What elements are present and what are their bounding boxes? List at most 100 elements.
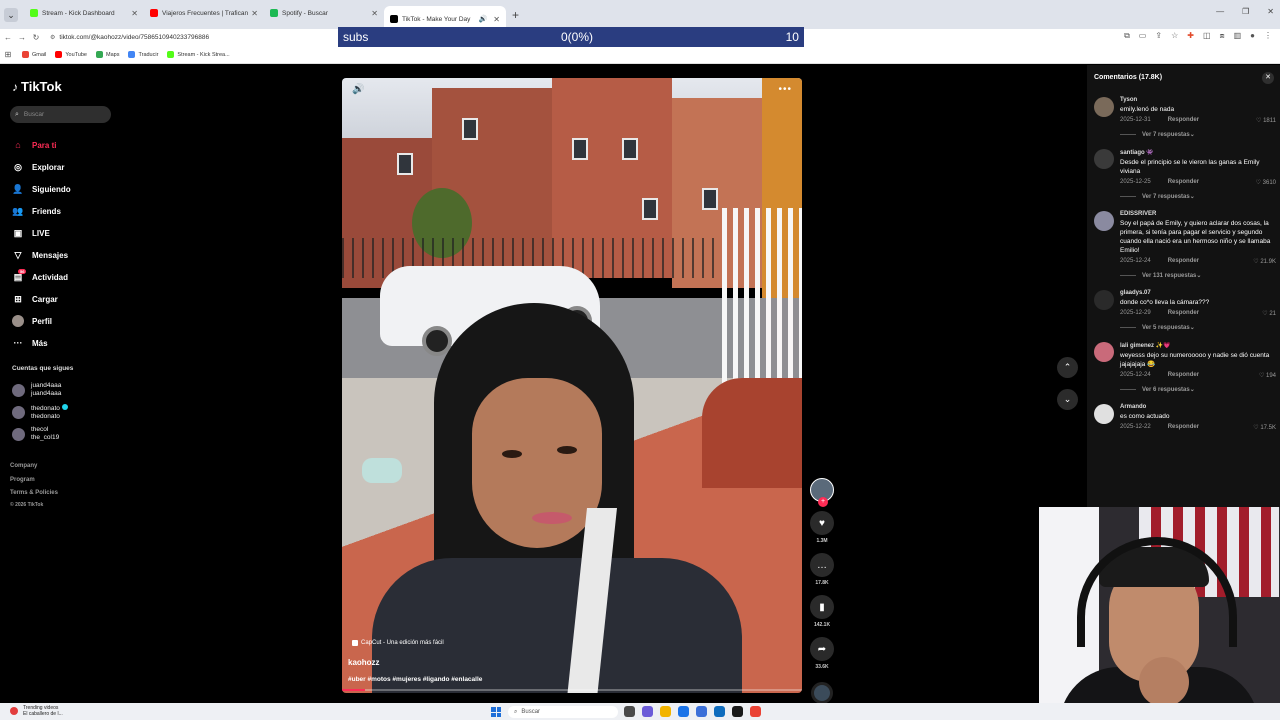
new-tab-icon[interactable]: + (512, 8, 519, 22)
url-field[interactable]: ⚙ tiktok.com/@kaohozz/video/758651094023… (50, 34, 300, 41)
comment-likes[interactable]: ♡ 1811 (1256, 117, 1276, 124)
menu-icon[interactable]: ⋮ (1264, 31, 1272, 41)
video-player[interactable]: 🔊 ••• CapCut - Una edición más fácil kao… (342, 78, 802, 693)
comment-likes[interactable]: ♡ 3610 (1256, 179, 1276, 186)
tab-close-icon[interactable]: ✕ (131, 9, 138, 18)
translate-icon[interactable]: ⧉ (1124, 31, 1130, 41)
comment-icon[interactable]: … (810, 553, 834, 577)
comment-likes[interactable]: ♡ 194 (1259, 372, 1276, 379)
reload-icon[interactable]: ↻ (30, 33, 42, 42)
sidebar-item-para-ti[interactable]: ⌂ Para ti (12, 134, 71, 156)
bookmark-item[interactable]: YouTube (55, 51, 87, 58)
follow-plus-icon[interactable]: + (818, 497, 828, 507)
commenter-avatar[interactable] (1094, 342, 1114, 362)
reply-button[interactable]: Responder (1168, 258, 1199, 265)
bookmark-icon[interactable]: ▮ (810, 595, 834, 619)
profile-avatar-icon[interactable]: ● (1250, 31, 1255, 41)
sidebar-item-mensajes[interactable]: ▽ Mensajes (12, 244, 71, 266)
comment-username[interactable]: Tyson (1120, 97, 1276, 103)
minimize-icon[interactable]: — (1216, 7, 1224, 16)
extensions-puzzle-icon[interactable]: ⧈ (1220, 31, 1225, 41)
sidebar-item-m-s[interactable]: ··· Más (12, 332, 71, 354)
comment-likes[interactable]: ♡ 17.5K (1253, 424, 1276, 431)
sidebar-item-cargar[interactable]: ⊞ Cargar (12, 288, 71, 310)
sidebar-item-friends[interactable]: 👥 Friends (12, 200, 71, 222)
tab-close-icon[interactable]: ✕ (371, 9, 378, 18)
share-page-icon[interactable]: ⇪ (1155, 31, 1162, 41)
browser-tab[interactable]: Spotify - Buscar ✕ (264, 2, 384, 24)
taskbar-app-icon[interactable] (660, 706, 671, 717)
comment-username[interactable]: EDISSRIVER (1120, 211, 1276, 217)
sidebar-item-actividad[interactable]: ▤ 56 Actividad (12, 266, 71, 288)
comment-username[interactable]: glaadys.07 (1120, 290, 1276, 296)
back-icon[interactable]: ← (2, 33, 14, 42)
commenter-avatar[interactable] (1094, 149, 1114, 169)
video-author[interactable]: kaohozz (348, 658, 380, 667)
creator-avatar[interactable]: + (810, 478, 834, 507)
tab-search-icon[interactable]: ⌄ (4, 8, 18, 22)
search-input[interactable]: ⌕ Buscar (10, 106, 111, 123)
view-replies-button[interactable]: Ver 131 respuestas ⌄ (1120, 272, 1276, 279)
extension-2-icon[interactable]: ◫ (1203, 31, 1211, 41)
bookmark-item[interactable]: Traducir (128, 51, 158, 58)
bookmark-item[interactable]: Gmail (22, 51, 46, 58)
following-account[interactable]: thecol the_col19 (12, 423, 68, 445)
view-replies-button[interactable]: Ver 6 respuestas ⌄ (1120, 386, 1276, 393)
view-replies-button[interactable]: Ver 7 respuestas ⌄ (1120, 193, 1276, 200)
reply-button[interactable]: Responder (1168, 179, 1199, 186)
news-widget[interactable]: Trending videos El caballero de l... (10, 705, 63, 717)
bookmark-star-icon[interactable]: ☆ (1171, 31, 1178, 41)
sidebar-item-live[interactable]: ▣ LIVE (12, 222, 71, 244)
following-account[interactable]: juand4aaa juand4aaa (12, 379, 68, 401)
windows-start-icon[interactable] (491, 707, 501, 717)
footer-link[interactable]: Company (10, 460, 58, 474)
view-replies-button[interactable]: Ver 7 respuestas ⌄ (1120, 131, 1276, 138)
comment-username[interactable]: lali gimenez ✨💗 (1120, 342, 1276, 349)
bookmark-item[interactable]: Maps (96, 51, 119, 58)
following-account[interactable]: thedonato thedonato (12, 401, 68, 423)
sidebar-item-perfil[interactable]: Perfil (12, 310, 71, 332)
restore-icon[interactable]: ❐ (1242, 7, 1249, 16)
install-icon[interactable]: ▭ (1139, 31, 1147, 41)
commenter-avatar[interactable] (1094, 211, 1114, 231)
more-options-icon[interactable]: ••• (778, 84, 792, 95)
taskbar-app-icon[interactable] (642, 706, 653, 717)
sidebar-item-explorar[interactable]: ◎ Explorar (12, 156, 71, 178)
taskbar-app-icon[interactable] (678, 706, 689, 717)
taskbar-app-icon[interactable] (624, 706, 635, 717)
previous-video-button[interactable]: ⌃ (1057, 357, 1078, 378)
tiktok-logo[interactable]: ♪ TikTok (12, 79, 62, 94)
volume-icon[interactable]: 🔊 (352, 84, 364, 95)
footer-link[interactable]: Program (10, 474, 58, 488)
next-video-button[interactable]: ⌄ (1057, 389, 1078, 410)
video-hashtags[interactable]: #uber #motos #mujeres #ligando #enlacall… (348, 676, 482, 683)
close-window-icon[interactable]: ✕ (1267, 7, 1274, 16)
view-replies-button[interactable]: Ver 5 respuestas ⌄ (1120, 324, 1276, 331)
taskbar-app-icon[interactable] (732, 706, 743, 717)
commenter-avatar[interactable] (1094, 290, 1114, 310)
commenter-avatar[interactable] (1094, 404, 1114, 424)
video-progress-bar[interactable] (342, 689, 802, 691)
comment-username[interactable]: santiago 👾 (1120, 149, 1276, 156)
comment-likes[interactable]: ♡ 21 (1262, 310, 1276, 317)
browser-tab[interactable]: Viajeros Frecuentes | Traficante...✕ (144, 2, 264, 24)
tab-close-icon[interactable]: ✕ (251, 9, 258, 18)
site-info-icon[interactable]: ⚙ (50, 34, 55, 41)
reply-button[interactable]: Responder (1168, 117, 1199, 124)
taskbar-app-icon[interactable] (696, 706, 707, 717)
bookmark-item[interactable]: Stream - Kick Strea... (167, 51, 230, 58)
side-panel-icon[interactable]: ▥ (1234, 31, 1242, 41)
sidebar-item-siguiendo[interactable]: 👤 Siguiendo (12, 178, 70, 200)
forward-icon[interactable]: → (16, 33, 28, 42)
apps-grid-icon[interactable]: ⊞ (2, 50, 14, 59)
reply-button[interactable]: Responder (1168, 424, 1199, 431)
taskbar-app-icon[interactable] (750, 706, 761, 717)
extension-icon[interactable]: ✚ (1187, 31, 1194, 41)
reply-button[interactable]: Responder (1168, 372, 1199, 379)
commenter-avatar[interactable] (1094, 97, 1114, 117)
music-disc-icon[interactable] (811, 682, 833, 704)
tab-close-icon[interactable]: ✕ (493, 15, 500, 24)
close-comments-icon[interactable]: ✕ (1262, 72, 1274, 84)
like-icon[interactable]: ♥ (810, 511, 834, 535)
browser-tab[interactable]: Stream - Kick Dashboard ✕ (24, 2, 144, 24)
